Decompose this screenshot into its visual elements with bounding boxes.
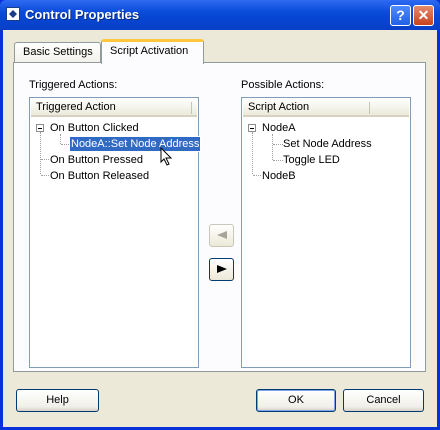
expand-toggle-icon[interactable] (248, 124, 256, 132)
column-header-label: Triggered Action (36, 101, 116, 113)
ok-button[interactable]: OK (256, 389, 336, 412)
dialog-window: Control Properties ? ✕ Basic Settings Sc… (0, 0, 440, 430)
help-button[interactable]: Help (16, 389, 99, 412)
tab-script-activation[interactable]: Script Activation (101, 39, 204, 64)
mouse-cursor-icon (160, 147, 173, 166)
possible-actions-tree[interactable]: Script Action NodeA Set Node Address Tog… (241, 97, 411, 368)
triggered-actions-caption: Triggered Actions: (29, 79, 118, 91)
arrow-right-icon (217, 265, 227, 273)
title-bar[interactable]: Control Properties ? ✕ (0, 0, 440, 30)
tab-panel: Triggered Actions: Possible Actions: Tri… (13, 62, 426, 372)
triggered-action-column-header[interactable]: Triggered Action (31, 99, 197, 117)
window-title: Control Properties (25, 7, 140, 22)
tab-basic-settings[interactable]: Basic Settings (14, 42, 101, 62)
possible-actions-caption: Possible Actions: (241, 79, 325, 91)
tree-item-nodea[interactable]: NodeA (262, 121, 296, 135)
tree-item-on-button-clicked[interactable]: On Button Clicked (50, 121, 139, 135)
tree-item-set-node-address-selected[interactable]: NodeA::Set Node Address (68, 136, 202, 152)
tree-item-set-node-address[interactable]: Set Node Address (283, 137, 372, 151)
add-action-button[interactable] (209, 224, 234, 247)
expand-toggle-icon[interactable] (36, 124, 44, 132)
title-help-button[interactable]: ? (390, 5, 411, 26)
script-action-column-header[interactable]: Script Action (243, 99, 409, 117)
remove-action-button[interactable] (209, 258, 234, 281)
column-header-label: Script Action (248, 101, 310, 113)
cancel-button[interactable]: Cancel (343, 389, 424, 412)
tree-item-on-button-released[interactable]: On Button Released (50, 169, 149, 183)
tree-item-toggle-led[interactable]: Toggle LED (283, 153, 340, 167)
title-close-button[interactable]: ✕ (413, 5, 434, 26)
triggered-actions-tree[interactable]: Triggered Action On Button Clicked NodeA… (29, 97, 202, 368)
tree-item-nodeb[interactable]: NodeB (262, 169, 296, 183)
dialog-client: Basic Settings Script Activation Trigger… (3, 30, 437, 427)
arrow-left-icon (217, 231, 227, 239)
app-icon (6, 7, 20, 21)
tree-item-on-button-pressed[interactable]: On Button Pressed (50, 153, 143, 167)
